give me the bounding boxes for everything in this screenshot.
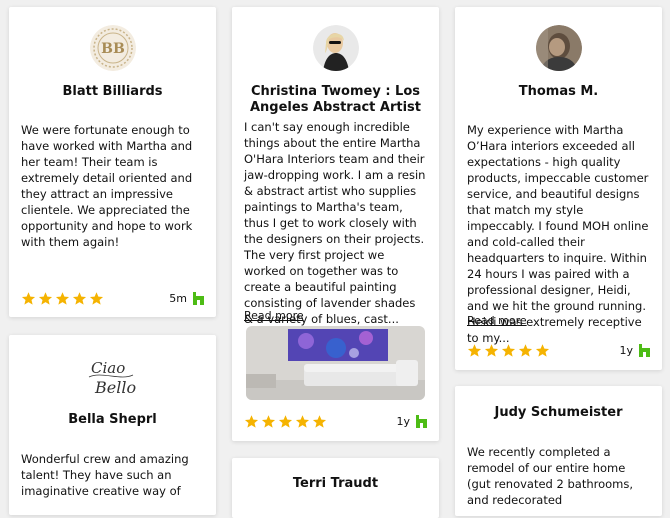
reviewer-name: Terri Traudt — [292, 476, 379, 491]
reviewer-name: Judy Schumeister — [494, 405, 623, 420]
review-photo[interactable] — [246, 326, 425, 400]
review-text: I can't say enough incredible things abo… — [244, 120, 426, 326]
review-card: Thomas M. My experience with Martha O’Ha… — [455, 7, 662, 370]
review-text: We recently completed a remodel of our e… — [467, 445, 634, 507]
svg-text:BB: BB — [101, 41, 125, 57]
star-icon — [484, 344, 499, 357]
star-icon — [535, 344, 550, 357]
star-icon — [518, 344, 533, 357]
review-age: 1y — [619, 344, 633, 357]
star-icon — [55, 292, 70, 305]
star-icon — [295, 415, 310, 428]
houzz-icon[interactable] — [639, 344, 650, 357]
avatar: BB — [89, 25, 136, 71]
star-icon — [72, 292, 87, 305]
svg-text:Ciao: Ciao — [91, 359, 125, 377]
review-card: Ciao Bello Bella Sheprl Wonderful crew a… — [9, 335, 216, 515]
reviewer-name: Thomas M. — [518, 84, 599, 99]
star-rating — [21, 291, 104, 306]
review-card: BB Blatt Billiards We were fortunate eno… — [9, 7, 216, 317]
star-icon — [38, 292, 53, 305]
star-icon — [312, 415, 327, 428]
read-more-link[interactable]: Read more — [244, 309, 304, 322]
houzz-icon[interactable] — [193, 292, 204, 305]
ciao-bello-logo: Ciao Bello — [81, 353, 141, 399]
star-icon — [244, 415, 259, 428]
star-icon — [467, 344, 482, 357]
svg-text:Bello: Bello — [94, 378, 136, 397]
review-card: Terri Traudt — [232, 458, 439, 518]
star-icon — [261, 415, 276, 428]
review-age: 1y — [396, 415, 410, 428]
review-text: We were fortunate enough to have worked … — [21, 123, 193, 249]
avatar — [535, 25, 582, 71]
read-more-link[interactable]: Read more — [467, 314, 527, 327]
avatar — [312, 25, 359, 71]
star-icon — [89, 292, 104, 305]
star-rating — [467, 343, 550, 358]
star-icon — [21, 292, 36, 305]
review-text: My experience with Martha O’Hara interio… — [467, 123, 649, 345]
review-card: Christina Twomey : Los Angeles Abstract … — [232, 7, 439, 441]
star-rating — [244, 414, 327, 429]
review-age: 5m — [169, 292, 187, 305]
star-icon — [501, 344, 516, 357]
review-card: Judy Schumeister We recently completed a… — [455, 386, 662, 516]
houzz-icon[interactable] — [416, 415, 427, 428]
reviewer-name: Bella Sheprl — [68, 412, 157, 427]
reviewer-name: Christina Twomey : Los Angeles Abstract … — [249, 84, 422, 115]
reviewer-name: Blatt Billiards — [62, 84, 163, 99]
star-icon — [278, 415, 293, 428]
